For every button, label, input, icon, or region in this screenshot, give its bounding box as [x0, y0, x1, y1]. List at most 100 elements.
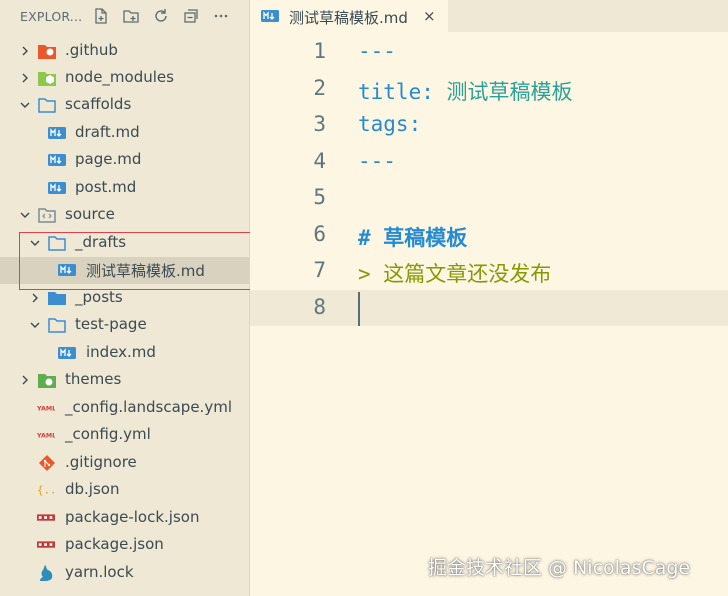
markdown-icon [261, 10, 279, 22]
tree-item-label: node_modules [65, 68, 174, 86]
yarn-icon [40, 565, 53, 581]
explorer-title: EXPLOR... [20, 9, 83, 24]
chevron-down-icon[interactable] [19, 99, 31, 111]
source-folder-icon [38, 208, 56, 223]
tree-item-db-json[interactable]: {..} db.json [0, 477, 249, 504]
json-icon: {..} [37, 484, 55, 497]
markdown-icon [48, 127, 66, 139]
tree-item-label: post.md [75, 178, 137, 196]
text-cursor [358, 292, 360, 326]
tree-item-source[interactable]: source [0, 202, 249, 229]
tree-item-node-modules[interactable]: node_modules [0, 65, 249, 92]
git-icon [39, 455, 55, 471]
tab-bar: 测试草稿模板.md × [250, 0, 728, 32]
tree-item-label: _drafts [75, 233, 127, 251]
yaml-key: title: [358, 80, 434, 104]
chevron-down-icon[interactable] [19, 209, 31, 221]
editor-line-current: 8 [250, 290, 728, 326]
tree-item-label: .gitignore [65, 453, 137, 471]
code-text: title: 测试草稿模板 [358, 76, 573, 106]
chevron-right-icon[interactable] [19, 45, 31, 57]
collapse-all-icon[interactable] [180, 5, 202, 27]
folder-icon [48, 318, 66, 333]
folder-icon [38, 98, 56, 113]
new-folder-icon[interactable] [120, 5, 142, 27]
tree-item-post-md[interactable]: post.md [0, 175, 249, 202]
tree-item-package-lock[interactable]: package-lock.json [0, 505, 249, 532]
editor-line: 7 > 这篇文章还没发布 [250, 253, 728, 289]
tree-item-label: yarn.lock [65, 563, 134, 581]
tree-item-scaffolds[interactable]: scaffolds [0, 92, 249, 119]
tree-item-label: db.json [65, 480, 120, 498]
tree-item-page-md[interactable]: page.md [0, 147, 249, 174]
tree-item-label: package.json [65, 535, 164, 553]
yaml-value: 测试草稿模板 [433, 80, 573, 104]
line-number: 1 [313, 39, 326, 63]
line-number: 5 [313, 185, 326, 209]
npm-icon [37, 514, 55, 521]
editor-line: 1 --- [250, 34, 728, 70]
refresh-icon[interactable] [150, 5, 172, 27]
tree-item-label: index.md [86, 343, 156, 361]
themes-folder-icon [38, 374, 56, 388]
new-file-icon[interactable] [90, 5, 112, 27]
explorer-sidebar: EXPLOR... .github node_modules scaffolds [0, 0, 250, 596]
line-number: 6 [313, 222, 326, 246]
tree-item-index-md[interactable]: index.md [0, 340, 249, 367]
folder-icon [48, 292, 66, 305]
editor-line: 3 tags: [250, 107, 728, 143]
tree-item-label: _config.landscape.yml [65, 398, 232, 416]
yaml-key: tags: [358, 112, 422, 136]
tree-item-package-json[interactable]: package.json [0, 532, 249, 559]
line-number: 4 [313, 149, 326, 173]
editor-line: 4 --- [250, 144, 728, 180]
line-number: 3 [313, 112, 326, 136]
line-number: 7 [313, 258, 326, 282]
chevron-right-icon[interactable] [19, 72, 31, 84]
chevron-down-icon[interactable] [29, 319, 41, 331]
code-text: --- [358, 149, 396, 173]
tree-item-config-landscape[interactable]: YAML _config.landscape.yml [0, 395, 249, 422]
tree-item-github[interactable]: .github [0, 38, 249, 65]
tree-item-drafts[interactable]: _drafts [0, 230, 249, 257]
npm-icon [37, 541, 55, 548]
line-number: 2 [313, 76, 326, 100]
chevron-right-icon[interactable] [19, 374, 31, 386]
github-folder-icon [38, 45, 56, 59]
tree-item-themes[interactable]: themes [0, 367, 249, 394]
yaml-icon: YAML [37, 406, 55, 413]
tree-item-yarn-lock[interactable]: yarn.lock [0, 560, 249, 587]
close-icon[interactable]: × [423, 7, 436, 25]
quote-text: 这篇文章还没发布 [370, 262, 552, 286]
svg-text:YAML: YAML [37, 406, 55, 413]
code-text: # 草稿模板 [358, 222, 467, 252]
yaml-icon: YAML [37, 433, 55, 440]
editor-line: 6 # 草稿模板 [250, 217, 728, 253]
watermark: 掘金技术社区 @ NicolasCage [428, 557, 691, 579]
explorer-header: EXPLOR... [0, 0, 249, 32]
code-text: > 这篇文章还没发布 [358, 258, 551, 288]
tree-item-gitignore[interactable]: .gitignore [0, 450, 249, 477]
heading-marker: # [358, 226, 371, 250]
node-folder-icon [38, 72, 56, 86]
code-text: --- [358, 39, 396, 63]
tree-item-label: source [65, 205, 115, 223]
tree-item-config[interactable]: YAML _config.yml [0, 422, 249, 449]
tree-item-posts[interactable]: _posts [0, 285, 249, 312]
tree-item-selected-file[interactable]: 测试草稿模板.md [0, 257, 249, 284]
chevron-down-icon[interactable] [29, 237, 41, 249]
chevron-right-icon[interactable] [29, 292, 41, 304]
folder-icon [48, 236, 66, 251]
markdown-icon [58, 264, 76, 276]
tab-active-file[interactable]: 测试草稿模板.md × [250, 0, 448, 32]
editor-pane[interactable]: 1 --- 2 title: 测试草稿模板 3 tags: 4 --- 5 6 … [250, 32, 728, 596]
more-icon[interactable] [210, 5, 232, 27]
tree-item-label: _posts [75, 288, 123, 306]
markdown-icon [58, 347, 76, 359]
line-number: 8 [313, 295, 326, 319]
markdown-icon [48, 154, 66, 166]
tree-item-test-page[interactable]: test-page [0, 312, 249, 339]
tree-item-label: 测试草稿模板.md [86, 262, 205, 280]
editor-line: 2 title: 测试草稿模板 [250, 71, 728, 107]
tree-item-draft-md[interactable]: draft.md [0, 120, 249, 147]
